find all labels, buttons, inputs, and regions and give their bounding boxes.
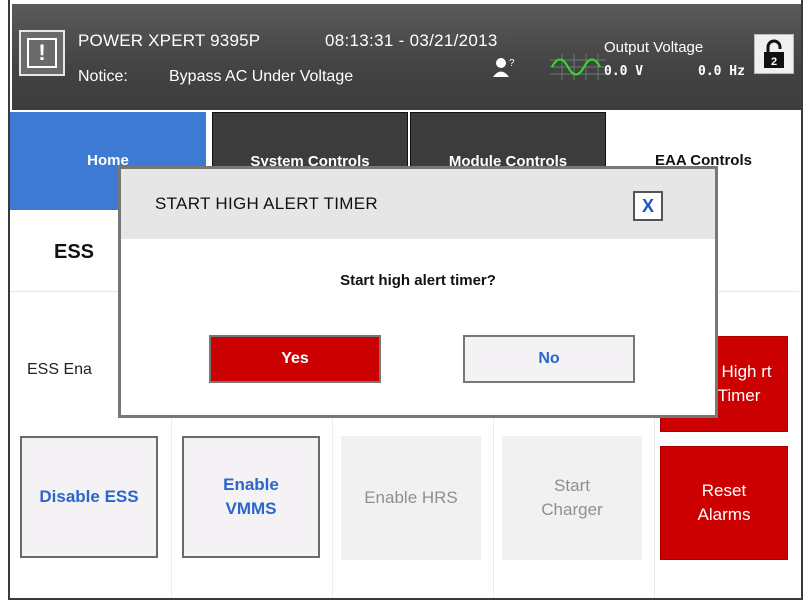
alert-button[interactable]: ! <box>19 30 65 76</box>
dialog-message: Start high alert timer? <box>340 272 496 289</box>
padlock-icon: 2 <box>764 39 784 68</box>
output-voltage-label: Output Voltage <box>604 39 704 56</box>
lock-button[interactable]: 2 <box>754 34 794 74</box>
help-user-icon[interactable]: ? <box>492 56 522 78</box>
svg-text:?: ? <box>509 58 515 69</box>
start-charger-button[interactable]: Start Charger <box>502 436 642 560</box>
ups-screen: ! POWER XPERT 9395P 08:13:31 - 03/21/201… <box>8 0 803 600</box>
date-time: 08:13:31 - 03/21/2013 <box>325 31 498 50</box>
dialog-title: START HIGH ALERT TIMER <box>155 194 378 213</box>
notice-label: Notice: <box>78 68 128 85</box>
section-title: ESS <box>54 241 95 263</box>
status-header: ! POWER XPERT 9395P 08:13:31 - 03/21/201… <box>12 4 801 110</box>
close-icon: X <box>641 195 654 216</box>
ess-status-label: ESS Ena <box>27 361 92 378</box>
output-voltage-value: 0.0 V <box>604 64 644 79</box>
svg-text:2: 2 <box>771 56 777 68</box>
high-alert-timer-dialog: START HIGH ALERT TIMER X Start high aler… <box>118 166 718 418</box>
reset-alarms-button[interactable]: Reset Alarms <box>660 446 788 560</box>
waveform-icon <box>550 54 606 80</box>
enable-vmms-button[interactable]: Enable VMMS <box>182 436 320 558</box>
disable-ess-button[interactable]: Disable ESS <box>20 436 158 558</box>
dialog-header: START HIGH ALERT TIMER X <box>121 169 715 239</box>
output-frequency-value: 0.0 Hz <box>698 64 745 79</box>
notice-text[interactable]: Bypass AC Under Voltage <box>169 68 353 86</box>
close-button[interactable]: X <box>633 191 663 221</box>
system-title: POWER XPERT 9395P <box>78 31 261 50</box>
no-button[interactable]: No <box>463 335 635 383</box>
yes-button[interactable]: Yes <box>209 335 381 383</box>
enable-hrs-button[interactable]: Enable HRS <box>341 436 481 560</box>
exclamation-icon: ! <box>27 38 57 68</box>
